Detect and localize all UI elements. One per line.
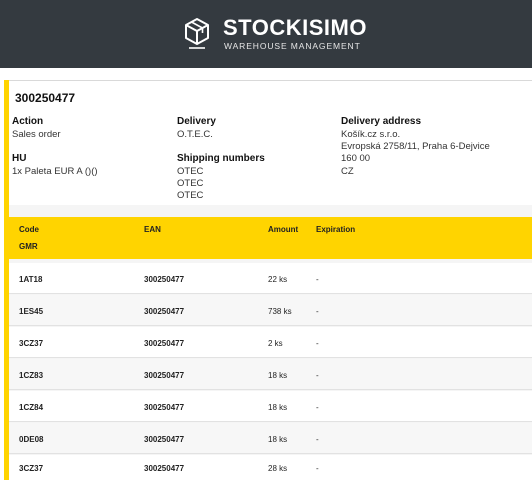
address-line: 160 00: [341, 153, 371, 164]
table-header: Code GMR EAN Amount Expiration: [9, 217, 532, 259]
cell-amount: 18 ks: [268, 403, 288, 412]
cell-expiration: -: [316, 464, 319, 473]
table-row[interactable]: 3CZ37 300250477 2 ks -: [9, 327, 532, 358]
cell-amount: 18 ks: [268, 435, 288, 444]
cell-ean: 300250477: [144, 339, 185, 348]
table-row[interactable]: 1AT18 300250477 22 ks -: [9, 263, 532, 294]
cell-expiration: -: [316, 371, 319, 380]
table-row[interactable]: 3CZ37 300250477 28 ks -: [9, 455, 532, 480]
cell-amount: 18 ks: [268, 371, 288, 380]
column-header-amount[interactable]: Amount: [268, 225, 298, 234]
cell-amount: 22 ks: [268, 275, 288, 284]
cell-code: 1ES45: [19, 307, 44, 316]
shipping-numbers-label: Shipping numbers: [177, 153, 265, 164]
table-row[interactable]: 1ES45 300250477 738 ks -: [9, 295, 532, 326]
address-line: Evropská 2758/11, Praha 6-Dejvice: [341, 141, 490, 152]
column-header-gmr[interactable]: GMR: [19, 242, 38, 251]
column-header-code[interactable]: Code: [19, 225, 39, 234]
hu-value: 1x Paleta EUR A ()(): [12, 166, 98, 177]
cell-code: 1CZ84: [19, 403, 44, 412]
shipping-number: OTEC: [177, 166, 204, 177]
cell-expiration: -: [316, 307, 319, 316]
hu-label: HU: [12, 153, 27, 164]
cell-amount: 28 ks: [268, 464, 288, 473]
table-row[interactable]: 1CZ84 300250477 18 ks -: [9, 391, 532, 422]
column-header-ean[interactable]: EAN: [144, 225, 161, 234]
cell-code: 3CZ37: [19, 339, 44, 348]
cell-expiration: -: [316, 435, 319, 444]
order-number: 300250477: [15, 91, 76, 105]
column-header-expiration[interactable]: Expiration: [316, 225, 355, 234]
shipping-number: OTEC: [177, 178, 204, 189]
brand-subtitle: WAREHOUSE MANAGEMENT: [224, 41, 361, 51]
cube-icon: [185, 18, 209, 49]
address-line: Košík.cz s.r.o.: [341, 129, 401, 140]
cell-ean: 300250477: [144, 371, 185, 380]
delivery-address-label: Delivery address: [341, 116, 422, 127]
action-label: Action: [12, 116, 44, 127]
cell-ean: 300250477: [144, 275, 185, 284]
cell-expiration: -: [316, 339, 319, 348]
cell-code: 3CZ37: [19, 464, 44, 473]
cell-amount: 738 ks: [268, 307, 292, 316]
cell-expiration: -: [316, 275, 319, 284]
table-row[interactable]: 0DE08 300250477 18 ks -: [9, 423, 532, 454]
delivery-label: Delivery: [177, 116, 216, 127]
cell-code: 1CZ83: [19, 371, 44, 380]
brand-logo[interactable]: STOCKISIMO WAREHOUSE MANAGEMENT: [183, 15, 366, 57]
cell-expiration: -: [316, 403, 319, 412]
cell-ean: 300250477: [144, 435, 185, 444]
cell-ean: 300250477: [144, 464, 185, 473]
cell-ean: 300250477: [144, 403, 185, 412]
delivery-value: O.T.E.C.: [177, 129, 213, 140]
address-line: CZ: [341, 166, 354, 177]
top-navbar: STOCKISIMO WAREHOUSE MANAGEMENT: [0, 0, 532, 68]
cell-code: 1AT18: [19, 275, 43, 284]
cell-ean: 300250477: [144, 307, 185, 316]
action-value: Sales order: [12, 129, 61, 140]
brand-title: STOCKISIMO: [223, 15, 367, 40]
table-row[interactable]: 1CZ83 300250477 18 ks -: [9, 359, 532, 390]
shipping-number: OTEC: [177, 190, 204, 201]
cell-amount: 2 ks: [268, 339, 283, 348]
cell-code: 0DE08: [19, 435, 44, 444]
